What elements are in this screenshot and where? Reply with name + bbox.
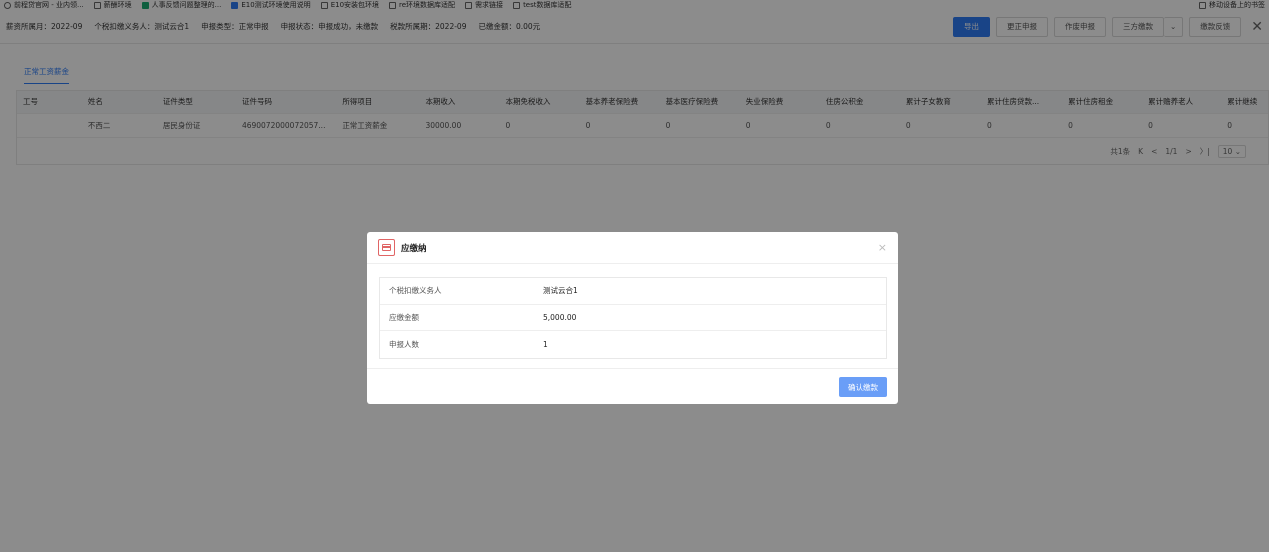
payment-details: 个税扣缴义务人 测试云合1 应缴金额 5,000.00 申报人数 1 <box>379 277 887 360</box>
dialog-header: 应缴纳 × <box>367 232 898 264</box>
detail-row: 个税扣缴义务人 测试云合1 <box>380 278 886 305</box>
dialog-title: 应缴纳 <box>401 243 427 254</box>
detail-label: 申报人数 <box>389 340 419 350</box>
card-icon <box>378 239 395 256</box>
confirm-payment-button[interactable]: 确认缴款 <box>839 377 887 397</box>
detail-row: 应缴金额 5,000.00 <box>380 305 886 332</box>
dialog-footer: 确认缴款 <box>367 368 898 404</box>
detail-value: 1 <box>543 340 548 350</box>
detail-label: 应缴金额 <box>389 313 419 323</box>
detail-row: 申报人数 1 <box>380 331 886 358</box>
close-icon[interactable]: × <box>878 241 887 254</box>
payment-dialog: 应缴纳 × 个税扣缴义务人 测试云合1 应缴金额 5,000.00 申报人数 1… <box>367 232 898 404</box>
detail-value: 测试云合1 <box>543 286 578 296</box>
detail-label: 个税扣缴义务人 <box>389 286 442 296</box>
detail-value: 5,000.00 <box>543 313 577 323</box>
